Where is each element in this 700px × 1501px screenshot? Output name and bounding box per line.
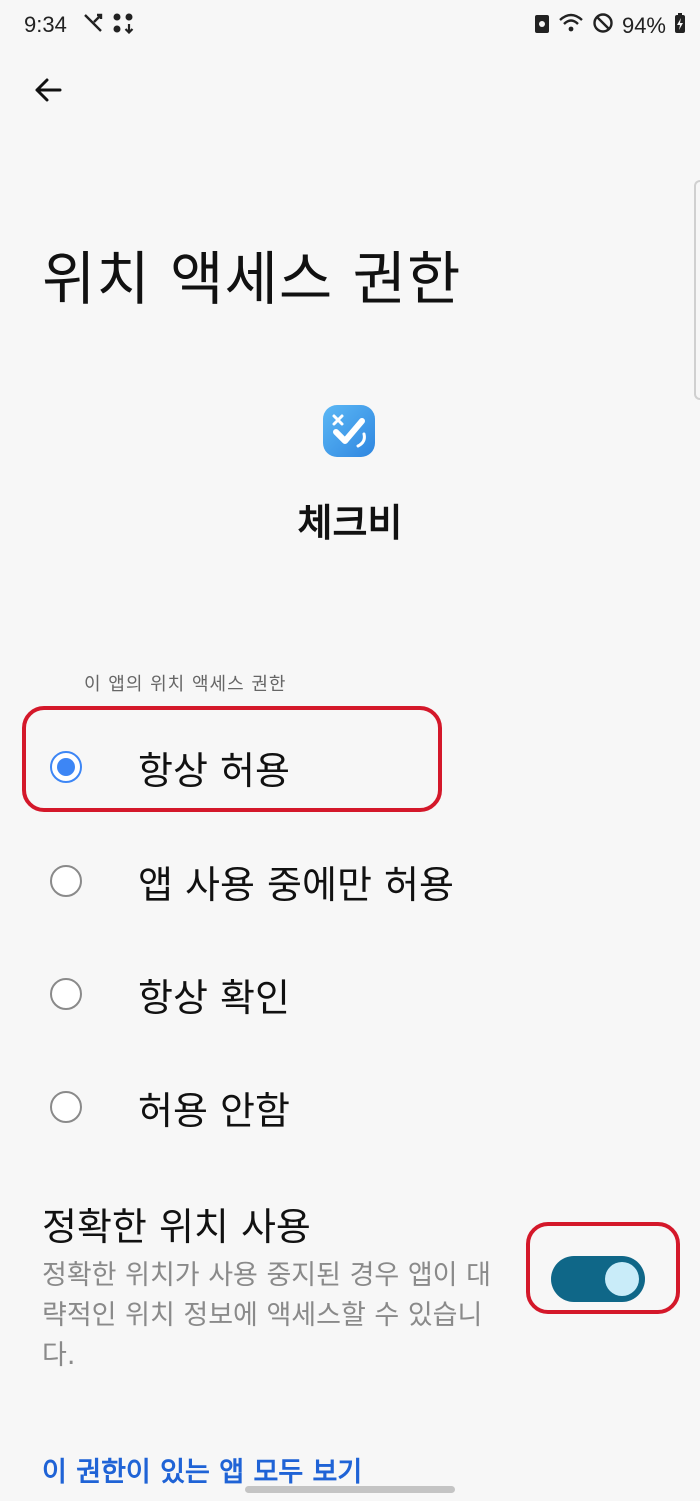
radio-option-ask-every-time[interactable]: 항상 확인 bbox=[0, 949, 520, 1039]
page-title: 위치 액세스 권한 bbox=[42, 245, 462, 313]
back-button[interactable] bbox=[22, 66, 74, 118]
radio-button[interactable] bbox=[50, 978, 82, 1010]
arrow-left-icon bbox=[32, 74, 64, 110]
section-label: 이 앱의 위치 액세스 권한 bbox=[84, 674, 287, 695]
highlight-annotation-toggle bbox=[526, 1222, 680, 1314]
radio-option-deny[interactable]: 허용 안함 bbox=[0, 1062, 520, 1152]
recycle-icon bbox=[534, 12, 550, 40]
radio-button[interactable] bbox=[50, 865, 82, 897]
navigation-handle[interactable] bbox=[245, 1486, 455, 1493]
app-icon bbox=[322, 404, 376, 458]
see-all-apps-link[interactable]: 이 권한이 있는 앱 모두 보기 bbox=[42, 1450, 362, 1489]
missed-call-icon bbox=[82, 12, 104, 40]
precise-location-description: 정확한 위치가 사용 중지된 경우 앱이 대략적인 위치 정보에 액세스할 수 … bbox=[42, 1260, 491, 1371]
status-notification-icons bbox=[82, 12, 134, 40]
battery-percent: 94% bbox=[621, 13, 666, 38]
app-name: 체크비 bbox=[297, 501, 403, 545]
status-time: 9:34 bbox=[24, 12, 67, 37]
radio-label: 허용 안함 bbox=[138, 1088, 290, 1133]
precise-location-title: 정확한 위치 사용 bbox=[42, 1205, 311, 1249]
highlight-annotation-always-allow bbox=[22, 706, 442, 812]
battery-charging-icon bbox=[674, 12, 686, 40]
status-system-icons: 94% bbox=[534, 12, 686, 40]
wifi-icon bbox=[558, 12, 584, 40]
radio-label: 항상 확인 bbox=[138, 975, 290, 1020]
status-bar: 9:34 94% bbox=[0, 0, 700, 52]
radio-button[interactable] bbox=[50, 1091, 82, 1123]
radio-option-while-using[interactable]: 앱 사용 중에만 허용 bbox=[0, 836, 520, 926]
do-not-disturb-icon bbox=[592, 12, 614, 40]
download-apps-icon bbox=[112, 12, 134, 40]
radio-label: 앱 사용 중에만 허용 bbox=[138, 862, 454, 907]
scroll-indicator[interactable] bbox=[694, 180, 700, 400]
